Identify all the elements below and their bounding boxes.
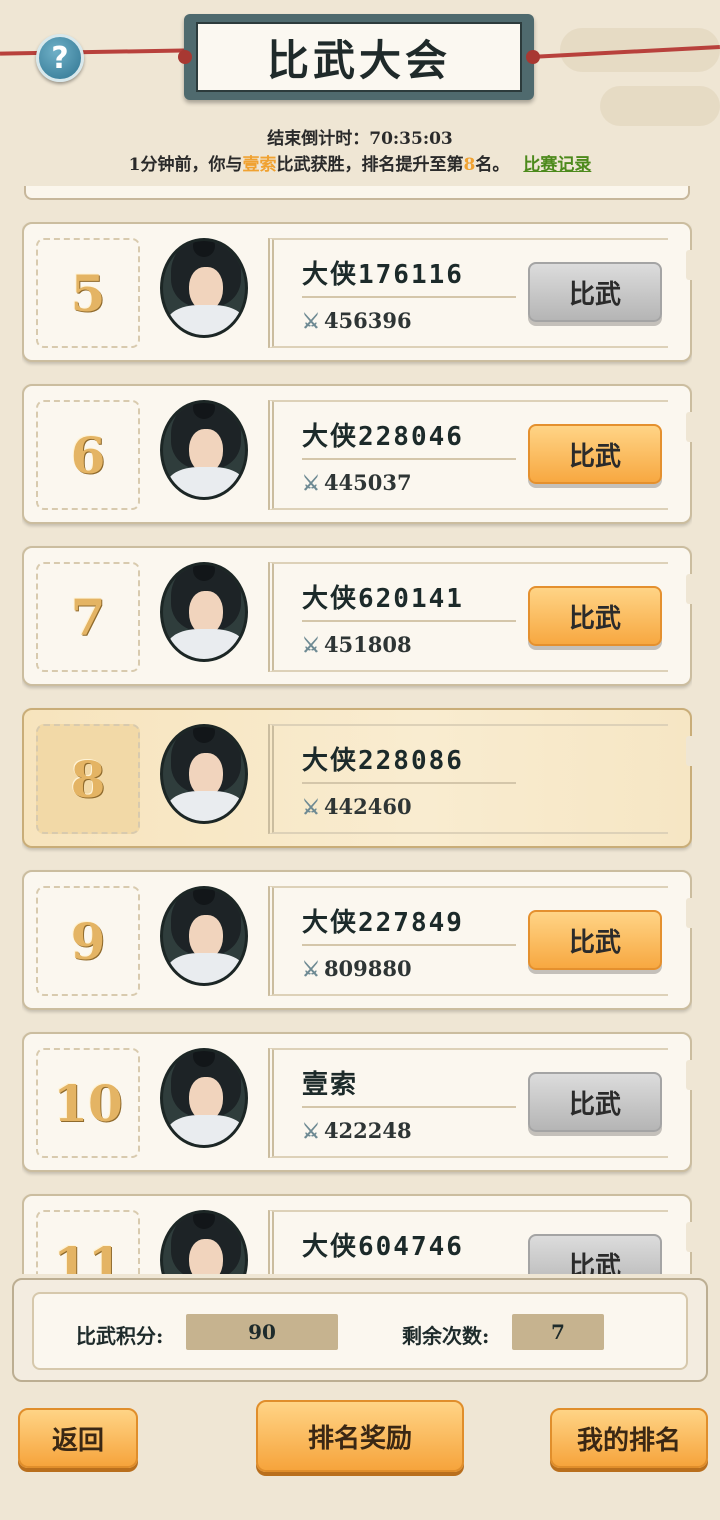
player-name: 大侠604746: [302, 1232, 464, 1262]
fight-button[interactable]: 比武: [528, 1072, 662, 1132]
crossed-swords-icon: ⚔: [302, 795, 320, 819]
row-notch: [686, 1060, 692, 1090]
fight-button[interactable]: 比武: [528, 910, 662, 970]
avatar: [160, 562, 248, 662]
points-label: 比武积分:: [76, 1324, 164, 1348]
notice-prefix: 1分钟前，你与: [128, 155, 243, 175]
rank-number: 11: [36, 1210, 140, 1274]
divider: [302, 458, 516, 460]
ranking-row: 9 大侠227849 ⚔ 809880 比武: [22, 870, 692, 1010]
crossed-swords-icon: ⚔: [302, 471, 320, 495]
battle-notice: 1分钟前，你与壹索比武获胜，排名提升至第8名。 比赛记录: [0, 150, 720, 175]
stats-panel: 比武积分: 90 剩余次数: 7: [12, 1278, 708, 1382]
avatar: [160, 724, 248, 824]
my-rank-button[interactable]: 我的排名: [550, 1408, 708, 1468]
remaining-label: 剩余次数:: [402, 1324, 490, 1348]
match-record-link[interactable]: 比赛记录: [523, 155, 591, 175]
notice-rank: 8: [463, 155, 476, 175]
background-cloud: [600, 86, 720, 126]
decorative-rope: [0, 48, 191, 56]
power-value: 809880: [323, 956, 412, 981]
countdown-text: 结束倒计时：70:35:03: [267, 129, 453, 149]
fight-button[interactable]: 比武: [528, 586, 662, 646]
power-value: 456396: [323, 308, 412, 333]
avatar: [160, 886, 248, 986]
back-button[interactable]: 返回: [18, 1408, 138, 1468]
crossed-swords-icon: ⚔: [302, 1119, 320, 1143]
knot-icon: [178, 50, 192, 64]
combat-power: ⚔ 445037: [302, 470, 412, 495]
combat-power: ⚔ 451808: [302, 632, 412, 657]
ranking-row: 6 大侠228046 ⚔ 445037 比武: [22, 384, 692, 524]
combat-power: ⚔ 809880: [302, 956, 412, 981]
divider: [302, 296, 516, 298]
avatar: [160, 1048, 248, 1148]
avatar: [160, 400, 248, 500]
power-value: 442460: [323, 794, 412, 819]
crossed-swords-icon: ⚔: [302, 309, 320, 333]
rank-number: 8: [36, 724, 140, 834]
help-button[interactable]: ?: [36, 34, 84, 82]
crossed-swords-icon: ⚔: [302, 633, 320, 657]
player-name: 壹索: [302, 1070, 359, 1100]
avatar: [160, 1210, 248, 1274]
row-notch: [686, 412, 692, 442]
rank-number: 9: [36, 886, 140, 996]
ranking-row: 10 壹索 ⚔ 422248 比武: [22, 1032, 692, 1172]
divider: [302, 1106, 516, 1108]
divider: [302, 620, 516, 622]
ranking-list[interactable]: 5 大侠176116 ⚔ 456396 比武 6 大侠228046 ⚔ 445037…: [22, 222, 692, 1274]
rank-number: 6: [36, 400, 140, 510]
knot-icon: [526, 50, 540, 64]
player-name: 大侠228086: [302, 746, 464, 776]
row-notch: [686, 250, 692, 280]
ranking-row: 7 大侠620141 ⚔ 451808 比武: [22, 546, 692, 686]
player-name: 大侠176116: [302, 260, 464, 290]
fight-button[interactable]: 比武: [528, 262, 662, 322]
question-icon: ?: [51, 40, 69, 76]
row-notch: [686, 574, 692, 604]
list-top-edge: [24, 186, 690, 200]
player-name: 大侠227849: [302, 908, 464, 938]
ranking-row: 5 大侠176116 ⚔ 456396 比武: [22, 222, 692, 362]
rank-number: 7: [36, 562, 140, 672]
fight-button[interactable]: 比武: [528, 424, 662, 484]
divider: [302, 944, 516, 946]
power-value: 422248: [323, 1118, 412, 1143]
player-name: 大侠228046: [302, 422, 464, 452]
rank-number: 5: [36, 238, 140, 348]
divider: [302, 782, 516, 784]
row-notch: [686, 736, 692, 766]
power-value: 445037: [323, 470, 412, 495]
combat-power: ⚔ 442460: [302, 794, 412, 819]
title-board: 比武大会: [178, 14, 540, 100]
rank-number: 10: [36, 1048, 140, 1158]
rank-reward-button[interactable]: 排名奖励: [256, 1400, 464, 1472]
points-value: 90: [186, 1314, 338, 1350]
power-value: 451808: [323, 632, 412, 657]
row-notch: [686, 1222, 692, 1252]
notice-suffix: 名。: [475, 155, 510, 175]
combat-power: ⚔ 422248: [302, 1118, 412, 1143]
player-name: 大侠620141: [302, 584, 464, 614]
page-title: 比武大会: [196, 22, 522, 92]
remaining-value: 7: [512, 1314, 604, 1350]
combat-power: ⚔ 456396: [302, 308, 412, 333]
self-ranking-row: 8 大侠228086 ⚔ 442460: [22, 708, 692, 848]
notice-middle: 比武获胜，排名提升至第: [276, 155, 464, 175]
avatar: [160, 238, 248, 338]
notice-opponent: 壹索: [242, 155, 277, 175]
row-notch: [686, 898, 692, 928]
ranking-row: 11 大侠604746 比武: [22, 1194, 692, 1274]
crossed-swords-icon: ⚔: [302, 957, 320, 981]
fight-button[interactable]: 比武: [528, 1234, 662, 1274]
